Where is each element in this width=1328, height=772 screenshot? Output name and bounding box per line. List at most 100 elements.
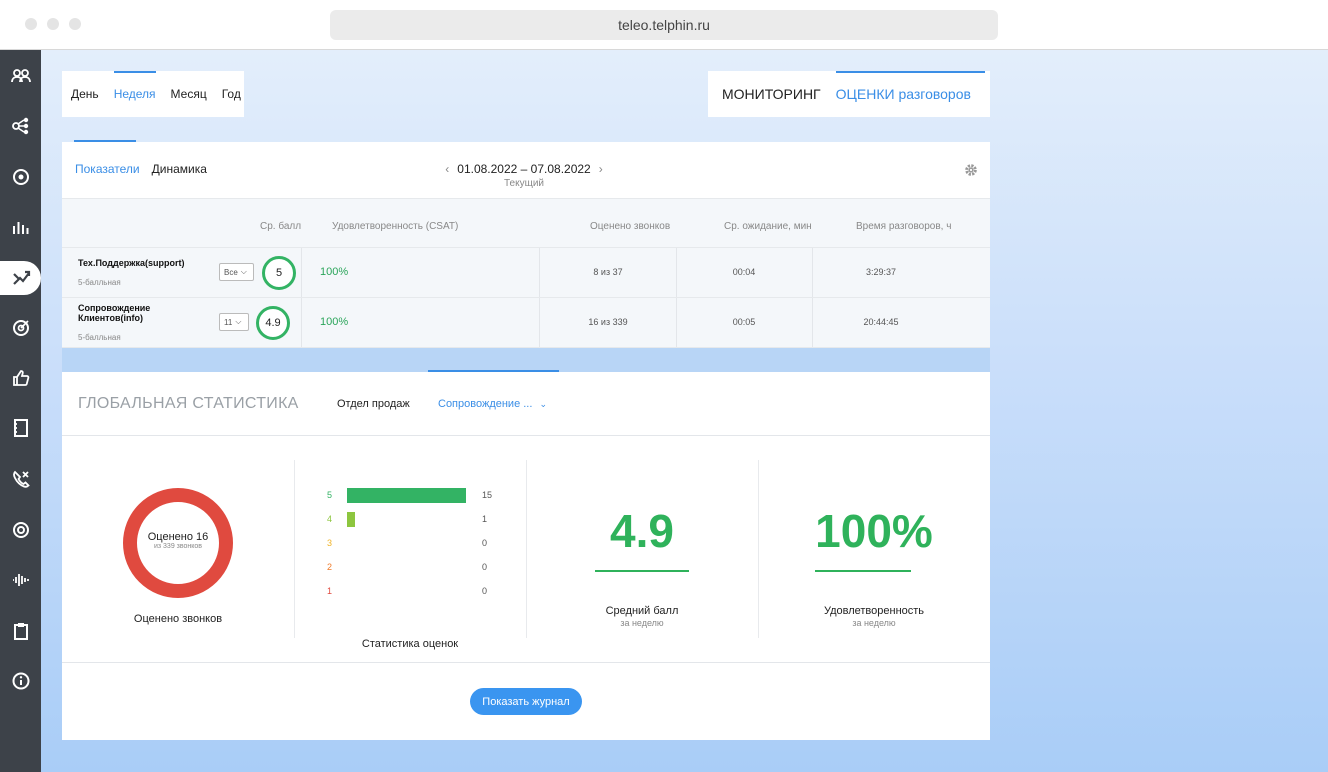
talk-time-value: 20:44:45 bbox=[863, 317, 899, 327]
chevron-down-icon: ⌄ bbox=[539, 399, 548, 409]
target-icon bbox=[12, 320, 29, 336]
close-window-dot[interactable] bbox=[25, 18, 37, 30]
header-avg-wait: Ср. ожидание, мин bbox=[724, 221, 812, 232]
table-row[interactable]: Сопровождение Клиентов(info) 5-балльная … bbox=[62, 298, 990, 348]
book-icon bbox=[13, 419, 28, 437]
table-row[interactable]: Тех.Поддержка(support) 5-балльная Все ⌵ 5… bbox=[62, 248, 990, 298]
minimize-window-dot[interactable] bbox=[47, 18, 59, 30]
score-ring: 4.9 bbox=[256, 306, 290, 340]
mode-tabs: МОНИТОРИНГ ОЦЕНКИ разговоров bbox=[708, 71, 990, 117]
maximize-window-dot[interactable] bbox=[69, 18, 81, 30]
address-bar[interactable]: teleo.telphin.ru bbox=[330, 10, 998, 40]
browser-chrome: teleo.telphin.ru bbox=[0, 0, 1328, 50]
indicators-card: Показатели Динамика ‹ 01.08.2022 – 07.08.… bbox=[62, 140, 990, 348]
trending-icon bbox=[12, 270, 30, 285]
histogram-grade: 4 bbox=[327, 514, 333, 524]
tab-dynamics[interactable]: Динамика bbox=[152, 162, 207, 176]
filter-value: Все bbox=[224, 267, 238, 277]
rated-calls-value: 8 из 37 bbox=[593, 267, 623, 277]
sidebar-item-ratings[interactable] bbox=[0, 261, 41, 295]
satisfaction-label: Удовлетворенность bbox=[823, 605, 925, 617]
prev-period-icon[interactable]: ‹ bbox=[445, 162, 449, 176]
avg-wait-value: 00:04 bbox=[732, 267, 756, 277]
histogram-count: 0 bbox=[482, 562, 488, 572]
sidebar-item-target[interactable] bbox=[0, 311, 41, 345]
histogram-bar bbox=[347, 488, 466, 503]
show-journal-button[interactable]: Показать журнал bbox=[470, 688, 582, 715]
date-range-label: 01.08.2022 – 07.08.2022 bbox=[457, 162, 591, 176]
thumbs-up-icon bbox=[12, 370, 29, 386]
call-missed-icon bbox=[12, 470, 30, 488]
tab-call-ratings[interactable]: ОЦЕНКИ разговоров bbox=[835, 71, 986, 117]
donut-main-text: Оценено 16 bbox=[147, 531, 209, 543]
record-icon bbox=[12, 522, 29, 538]
sidebar-item-likes[interactable] bbox=[0, 361, 41, 395]
period-tabs: День Неделя Месяц Год bbox=[62, 71, 244, 117]
histogram-grade: 1 bbox=[327, 586, 333, 596]
sidebar-item-users[interactable] bbox=[0, 59, 41, 93]
tab-day[interactable]: День bbox=[71, 71, 99, 117]
section-divider bbox=[62, 348, 990, 372]
sidebar-item-records[interactable] bbox=[0, 513, 41, 547]
rated-calls-donut: Оценено 16 из 339 звонков bbox=[122, 487, 234, 599]
tab-week[interactable]: Неделя bbox=[113, 71, 156, 117]
header-csat: Удовлетворенность (CSAT) bbox=[332, 221, 459, 232]
group-dropdown[interactable]: Сопровождение ... ⌄ bbox=[438, 398, 547, 410]
avg-score-sub: за неделю bbox=[620, 618, 664, 628]
score-ring: 5 bbox=[262, 256, 296, 290]
histogram-label: Статистика оценок bbox=[361, 638, 459, 650]
next-period-icon[interactable]: › bbox=[599, 162, 603, 176]
histogram-grade: 3 bbox=[327, 538, 333, 548]
histogram-count: 0 bbox=[482, 538, 488, 548]
histogram-grade: 5 bbox=[327, 490, 333, 500]
donut-sub-text: из 339 звонков bbox=[153, 543, 203, 550]
talk-time-value: 3:29:37 bbox=[865, 267, 897, 277]
histogram-row: 30 bbox=[327, 535, 497, 551]
tab-year[interactable]: Год bbox=[222, 71, 241, 117]
clipboard-icon bbox=[13, 623, 28, 640]
histogram-count: 0 bbox=[482, 586, 488, 596]
sidebar-item-settings[interactable] bbox=[0, 160, 41, 194]
sidebar-item-tasks[interactable] bbox=[0, 614, 41, 648]
group-scale: 5-балльная bbox=[78, 278, 121, 287]
rated-calls-value: 16 из 339 bbox=[588, 317, 628, 327]
group-dropdown-label: Сопровождение ... bbox=[438, 398, 533, 410]
table-header: Ср. балл Удовлетворенность (CSAT) Оценен… bbox=[62, 198, 990, 248]
tab-monitoring[interactable]: МОНИТОРИНГ bbox=[722, 71, 821, 117]
group-name: Тех.Поддержка(support) bbox=[78, 258, 185, 268]
header-avg-score: Ср. балл bbox=[260, 221, 302, 232]
sidebar-item-speech[interactable] bbox=[0, 563, 41, 597]
csat-value: 100% bbox=[320, 316, 349, 328]
sidebar-item-analytics[interactable] bbox=[0, 210, 41, 244]
group-name: Сопровождение Клиентов(info) bbox=[78, 303, 151, 323]
satisfaction-sub: за неделю bbox=[852, 618, 896, 628]
sidebar-item-info[interactable] bbox=[0, 664, 41, 698]
gear-icon[interactable] bbox=[964, 163, 978, 177]
info-icon bbox=[12, 672, 29, 690]
csat-value: 100% bbox=[320, 266, 349, 278]
global-stats-title: ГЛОБАЛЬНАЯ СТАТИСТИКА bbox=[78, 395, 299, 412]
sidebar-item-missed-calls[interactable] bbox=[0, 462, 41, 496]
histogram-grade: 2 bbox=[327, 562, 333, 572]
header-talk-time: Время разговоров, ч bbox=[856, 221, 952, 232]
group-scale: 5-балльная bbox=[78, 333, 121, 342]
sidebar-item-flow[interactable] bbox=[0, 109, 41, 143]
filter-select[interactable]: 11 ⌵ bbox=[219, 313, 249, 331]
histogram-row: 10 bbox=[327, 583, 497, 599]
sidebar-item-journal[interactable] bbox=[0, 411, 41, 445]
tab-month[interactable]: Месяц bbox=[171, 71, 207, 117]
sidebar bbox=[0, 50, 41, 772]
subtab-indicator bbox=[74, 140, 136, 142]
tab-indicators[interactable]: Показатели bbox=[75, 162, 140, 176]
tab-sales-department[interactable]: Отдел продаж bbox=[337, 398, 410, 410]
bar-chart-icon bbox=[12, 222, 28, 234]
avg-score-value: 4.9 bbox=[610, 505, 674, 557]
avg-score-label: Средний балл bbox=[605, 605, 679, 617]
satisfaction-value: 100% bbox=[815, 505, 933, 557]
subtabs: Показатели Динамика bbox=[75, 162, 207, 176]
flow-icon bbox=[11, 117, 28, 135]
date-range: ‹ 01.08.2022 – 07.08.2022 › Текущий bbox=[434, 162, 614, 189]
histogram-row: 5 15 bbox=[327, 487, 497, 503]
filter-select[interactable]: Все ⌵ bbox=[219, 263, 254, 281]
window-controls bbox=[25, 18, 81, 30]
